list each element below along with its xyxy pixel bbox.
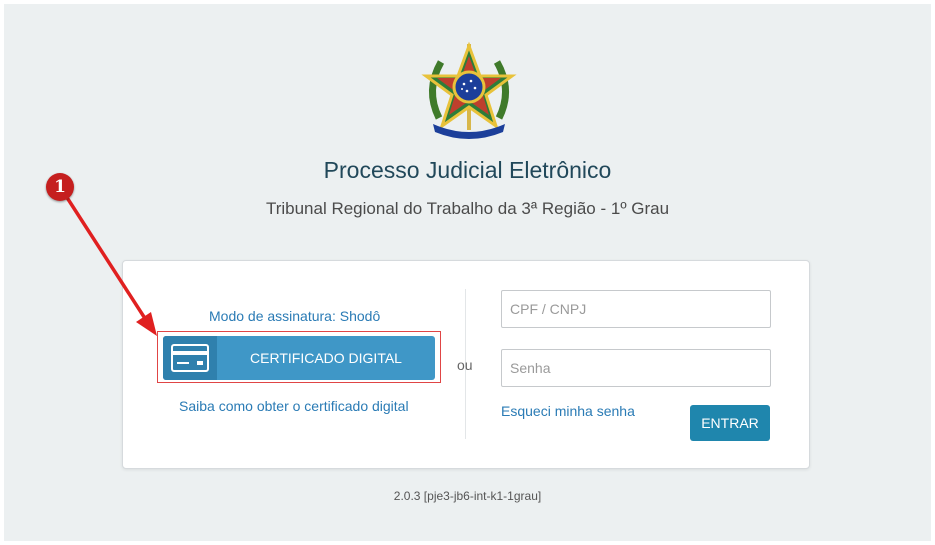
page-title: Processo Judicial Eletrônico xyxy=(323,157,612,183)
digital-certificate-label: CERTIFICADO DIGITAL xyxy=(250,350,402,366)
enter-button[interactable]: ENTRAR xyxy=(690,405,770,441)
step-number-badge: 1 xyxy=(46,173,74,201)
version-text: 2.0.3 [pje3-jb6-int-k1-1grau] xyxy=(393,489,542,503)
obtain-certificate-link[interactable]: Saiba como obter o certificado digital xyxy=(179,398,409,414)
or-separator-label: ou xyxy=(457,357,473,373)
brazil-coat-of-arms-icon xyxy=(419,40,519,140)
password-input[interactable] xyxy=(501,349,771,387)
login-card: Modo de assinatura: Shodô CERTIFICADO DI… xyxy=(122,260,810,469)
forgot-password-link[interactable]: Esqueci minha senha xyxy=(501,403,635,419)
digital-certificate-button[interactable]: CERTIFICADO DIGITAL xyxy=(163,336,435,380)
signature-mode-link[interactable]: Modo de assinatura: Shodô xyxy=(209,308,380,324)
cpf-cnpj-input[interactable] xyxy=(501,290,771,328)
credit-card-icon xyxy=(163,336,217,380)
page-subtitle: Tribunal Regional do Trabalho da 3ª Regi… xyxy=(265,199,670,218)
